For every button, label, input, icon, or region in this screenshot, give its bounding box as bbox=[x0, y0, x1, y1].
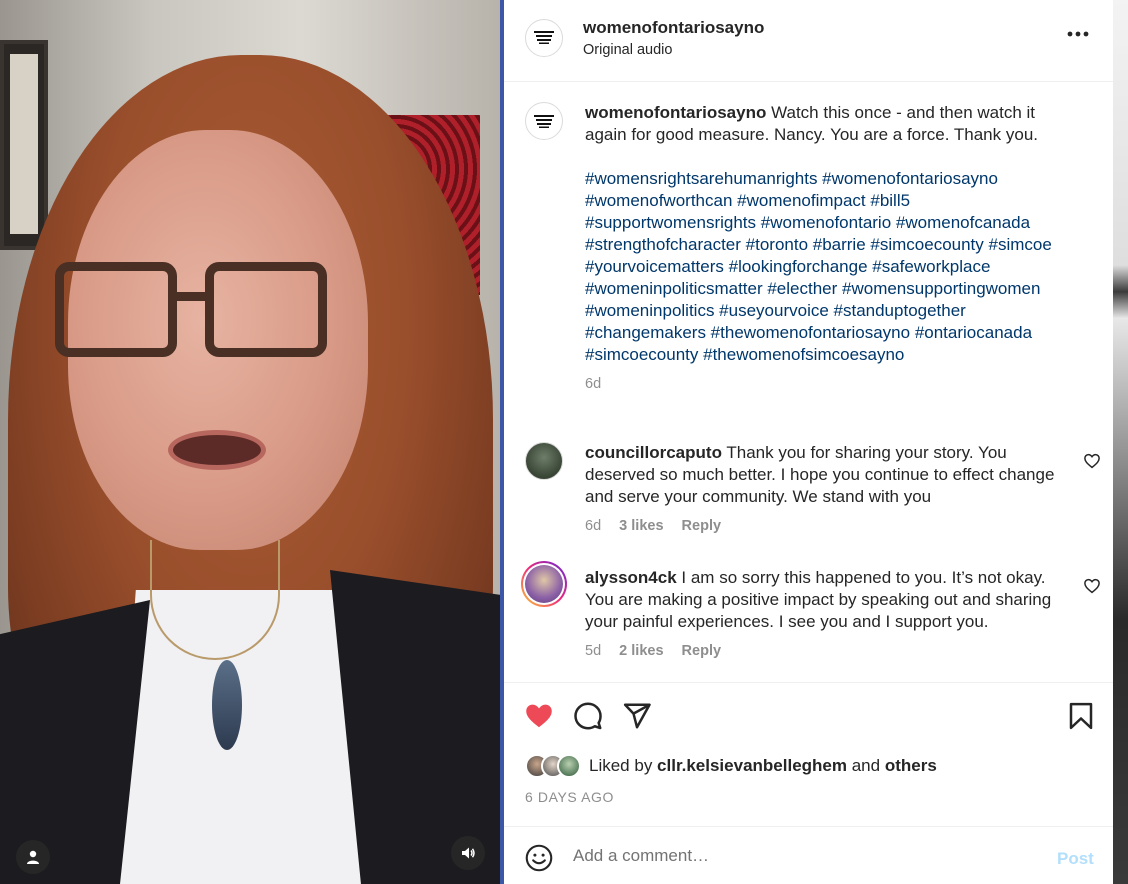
comment-time[interactable]: 5d bbox=[585, 643, 601, 659]
comment-like-heart-icon[interactable] bbox=[1083, 452, 1101, 470]
bookmark-icon bbox=[1069, 702, 1093, 730]
commenter-username[interactable]: councillorcaputo bbox=[585, 443, 722, 462]
background-page-edge bbox=[1113, 0, 1128, 884]
more-options-button[interactable] bbox=[1064, 26, 1092, 50]
add-comment-input[interactable] bbox=[573, 839, 1033, 873]
account-username[interactable]: womenofontariosayno bbox=[583, 18, 764, 38]
emoji-icon[interactable] bbox=[525, 844, 553, 872]
account-logo bbox=[534, 115, 554, 128]
comments-list[interactable]: womenofontariosayno Watch this once - an… bbox=[504, 83, 1113, 681]
liker-username[interactable]: cllr.kelsievanbelleghem bbox=[657, 756, 847, 775]
caption-time[interactable]: 6d bbox=[585, 376, 601, 392]
like-button[interactable] bbox=[524, 701, 554, 731]
reply-button[interactable]: Reply bbox=[682, 518, 722, 534]
likes-others[interactable]: others bbox=[885, 756, 937, 775]
post-header: womenofontariosayno Original audio bbox=[504, 0, 1113, 82]
account-avatar[interactable] bbox=[525, 19, 563, 57]
audio-label[interactable]: Original audio bbox=[583, 42, 672, 58]
user-icon bbox=[27, 850, 39, 864]
commenter-avatar[interactable] bbox=[521, 561, 567, 607]
tagged-users-button[interactable] bbox=[16, 840, 50, 874]
share-icon bbox=[623, 703, 651, 729]
wall-picture bbox=[0, 40, 48, 250]
post-comment-button[interactable]: Post bbox=[1057, 849, 1094, 869]
caption-hashtags[interactable]: #womensrightsarehumanrights #womenofonta… bbox=[585, 168, 1065, 366]
caption-username[interactable]: womenofontariosayno bbox=[585, 103, 766, 122]
comment-likes[interactable]: 2 likes bbox=[619, 643, 663, 659]
share-button[interactable] bbox=[622, 701, 652, 731]
comment-icon bbox=[574, 702, 602, 730]
post-panel: womenofontariosayno Original audio women… bbox=[504, 0, 1113, 884]
caption-avatar[interactable] bbox=[525, 102, 563, 140]
comment-time[interactable]: 6d bbox=[585, 518, 601, 534]
volume-icon bbox=[462, 847, 475, 859]
add-comment-bar: Post bbox=[504, 826, 1113, 884]
liker-avatar bbox=[557, 754, 581, 778]
more-icon bbox=[1067, 31, 1089, 37]
comment-likes[interactable]: 3 likes bbox=[619, 518, 663, 534]
video-player[interactable] bbox=[0, 0, 502, 884]
post-actions: Liked by cllr.kelsievanbelleghem and oth… bbox=[504, 682, 1113, 826]
person-pendant bbox=[212, 660, 242, 750]
person-mouth bbox=[168, 430, 266, 470]
commenter-username[interactable]: alysson4ck bbox=[585, 568, 677, 587]
comment-like-heart-icon[interactable] bbox=[1083, 577, 1101, 595]
liked-by-text: Liked by cllr.kelsievanbelleghem and oth… bbox=[589, 756, 937, 775]
liked-by-row[interactable]: Liked by cllr.kelsievanbelleghem and oth… bbox=[525, 753, 937, 779]
post-date[interactable]: 6 DAYS AGO bbox=[525, 789, 614, 805]
audio-toggle-button[interactable] bbox=[451, 836, 485, 870]
save-button[interactable] bbox=[1066, 701, 1096, 731]
commenter-avatar[interactable] bbox=[525, 442, 563, 480]
heart-icon bbox=[526, 704, 552, 728]
account-logo bbox=[532, 29, 556, 47]
person-glasses bbox=[55, 262, 335, 372]
reply-button[interactable]: Reply bbox=[682, 643, 722, 659]
comment-button[interactable] bbox=[573, 701, 603, 731]
